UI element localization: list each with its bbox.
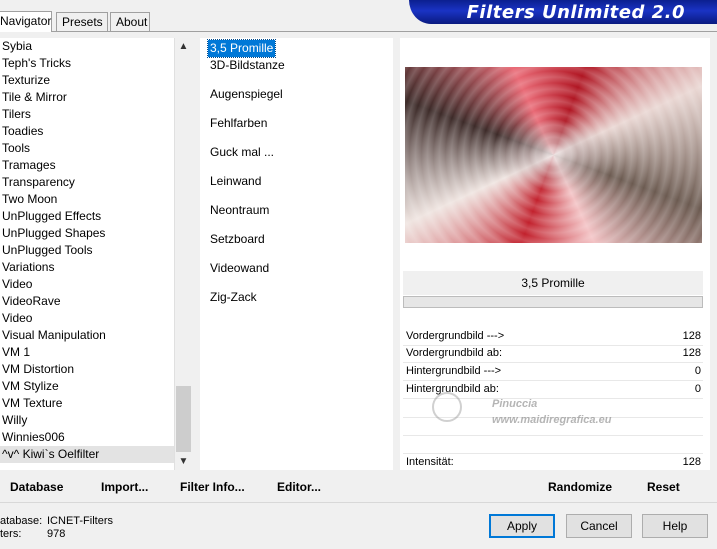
watermark-logo-icon [432,392,462,422]
param-row-vordergrundbild[interactable]: Vordergrundbild ---> 128 [403,328,703,346]
filter-list-panel: 3,5 Promille 3D-Bildstanze Augenspiegel Feh… [200,38,393,470]
editor-button[interactable]: Editor... [277,480,321,494]
tab-presets[interactable]: Presets [56,12,108,31]
category-item[interactable]: UnPlugged Shapes [0,225,175,242]
filter-item[interactable]: Augenspiegel [208,86,287,103]
param-label: Vordergrundbild ab: [406,347,503,359]
filter-item[interactable]: Leinwand [208,173,287,190]
param-row-vordergrundbild-ab[interactable]: Vordergrundbild ab: 128 [403,345,703,363]
app-banner: Filters Unlimited 2.0 [409,0,717,24]
category-item[interactable]: Winnies006 [0,429,175,446]
category-item[interactable]: VideoRave [0,293,175,310]
filter-item[interactable]: Setzboard [208,231,287,248]
tab-about-label: About [116,15,148,29]
filter-info-button[interactable]: Filter Info... [180,480,245,494]
apply-button[interactable]: Apply [489,514,555,538]
filter-list[interactable]: 3,5 Promille 3D-Bildstanze Augenspiegel Feh… [206,39,287,318]
param-label: Intensität: [406,456,454,468]
tab-navigator-label: Navigator [0,14,52,28]
category-item[interactable]: Variations [0,259,175,276]
category-item[interactable]: Sybia [0,38,175,55]
database-label: atabase: [0,515,43,527]
category-item[interactable]: VM Stylize [0,378,175,395]
database-button[interactable]: Database [10,480,63,494]
category-item[interactable]: Tools [0,140,175,157]
category-item[interactable]: ^v^ Kiwi`s Oelfilter [0,446,175,463]
category-list-panel: Sybia Teph's Tricks Texturize Tile & Mirror… [0,38,192,470]
filters-count-value: 978 [47,528,66,540]
param-value: 0 [694,365,701,377]
help-button[interactable]: Help [642,514,708,538]
filter-item[interactable]: 3,5 Promille [206,39,277,58]
category-item[interactable]: Toadies [0,123,175,140]
progress-bar [403,296,703,308]
reset-button[interactable]: Reset [647,480,680,494]
param-value: 128 [682,347,701,359]
scroll-down-icon[interactable]: ▼ [175,453,192,470]
category-item[interactable]: Tile & Mirror [0,89,175,106]
filter-item[interactable]: Guck mal ... [208,144,287,161]
watermark-name: Pinuccia [492,398,538,410]
category-item[interactable]: Video [0,310,175,327]
randomize-button[interactable]: Randomize [548,480,612,494]
database-value: ICNET-Filters [47,515,113,527]
category-item[interactable]: VM Texture [0,395,175,412]
param-row-intensitaet[interactable]: Intensität: 128 [403,454,703,471]
category-item[interactable]: Willy [0,412,175,429]
category-item[interactable]: UnPlugged Effects [0,208,175,225]
filter-item[interactable]: Videowand [208,260,287,277]
scroll-thumb[interactable] [176,386,191,452]
category-item[interactable]: Two Moon [0,191,175,208]
category-item[interactable]: Texturize [0,72,175,89]
param-value: 128 [682,330,701,342]
filter-item[interactable]: Zig-Zack [208,289,287,306]
param-value: 128 [682,456,701,468]
import-button[interactable]: Import... [101,480,148,494]
cancel-button[interactable]: Cancel [566,514,632,538]
tab-divider [0,31,717,32]
tab-presets-label: Presets [62,15,103,29]
status-divider [0,502,717,503]
filter-item[interactable]: Neontraum [208,202,287,219]
preview-image [405,67,702,243]
category-item[interactable]: Tilers [0,106,175,123]
category-item[interactable]: VM 1 [0,344,175,361]
category-item[interactable]: Teph's Tricks [0,55,175,72]
tab-about[interactable]: About [110,12,150,31]
category-item[interactable]: Tramages [0,157,175,174]
scroll-up-icon[interactable]: ▲ [175,38,192,55]
category-item[interactable]: Transparency [0,174,175,191]
filters-count-label: ters: [0,528,22,540]
param-label: Vordergrundbild ---> [406,330,505,342]
category-item[interactable]: VM Distortion [0,361,175,378]
category-item[interactable]: Video [0,276,175,293]
param-row-empty [403,436,703,454]
filter-title: 3,5 Promille [403,271,703,295]
category-item[interactable]: Visual Manipulation [0,327,175,344]
filter-item[interactable]: Fehlfarben [208,115,287,132]
watermark-url: www.maidiregrafica.eu [492,414,612,426]
category-scrollbar[interactable]: ▲ ▼ [174,38,192,470]
app-title: Filters Unlimited 2.0 [466,2,685,23]
param-label: Hintergrundbild ---> [406,365,502,377]
filter-item[interactable]: 3D-Bildstanze [208,57,287,74]
param-value: 0 [694,383,701,395]
category-list[interactable]: Sybia Teph's Tricks Texturize Tile & Mirror… [0,38,175,463]
watermark: Pinuccia www.maidiregrafica.eu [432,392,612,428]
param-row-hintergrundbild[interactable]: Hintergrundbild ---> 0 [403,363,703,381]
category-item[interactable]: UnPlugged Tools [0,242,175,259]
tab-navigator[interactable]: Navigator [0,11,52,32]
